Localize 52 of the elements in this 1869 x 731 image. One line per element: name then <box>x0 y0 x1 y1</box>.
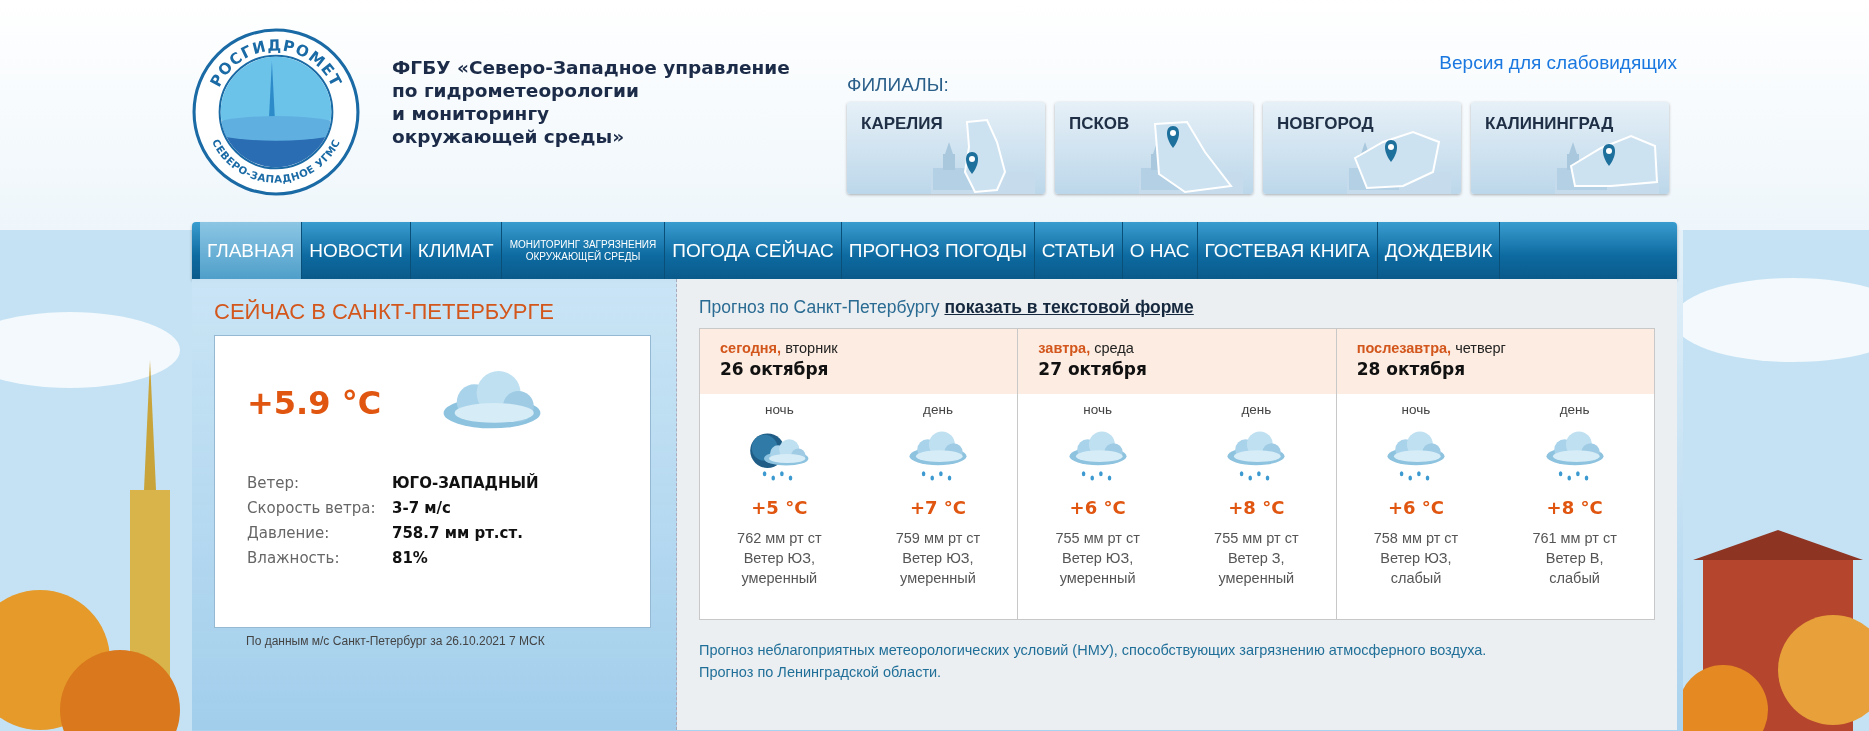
pressure-text: 758 мм рт ст <box>1373 529 1459 548</box>
parameter-label: Скорость ветра: <box>247 499 377 517</box>
pressure-text: 761 мм рт ст <box>1532 529 1617 548</box>
forecast-temperature: +5 °C <box>751 497 808 518</box>
wind-text: Ветер ЮЗ, слабый <box>1380 549 1452 588</box>
forecast-link[interactable]: Прогноз неблагоприятных метеорологических условий (НМУ), способствующих загрязнению атмосферного воздуха. <box>699 642 1487 658</box>
branch-card[interactable]: НОВГОРОД <box>1263 102 1461 194</box>
source-note: По данным м/с Санкт-Петербург за 26.10.2021 7 МСК <box>246 634 546 648</box>
parameter-label: Ветер: <box>247 474 301 492</box>
forecast-link[interactable]: Прогноз по Ленинградской области. <box>699 664 942 680</box>
parameter-value: ЮГО-ЗАПАДНЫЙ <box>392 474 540 492</box>
forecast-temperature: +7 °C <box>909 497 967 518</box>
period-label: ночь <box>1401 402 1431 417</box>
day-label: послезавтра, четверг <box>1356 340 1507 356</box>
accessibility-version-link[interactable]: Версия для слабовидящих <box>1439 52 1677 74</box>
day-label: сегодня, вторник <box>720 340 839 356</box>
wind-text: Ветер ЮЗ, умеренный <box>1059 549 1136 588</box>
branch-card[interactable]: КАРЕЛИЯ <box>847 102 1045 194</box>
parameter-label: Давление: <box>247 524 331 542</box>
forecast-temperature: +8 °C <box>1228 497 1285 518</box>
wind-text: Ветер ЮЗ, умеренный <box>741 549 818 588</box>
text-forecast-link[interactable]: показать в текстовой форме <box>944 297 1194 317</box>
wind-text: Ветер В, слабый <box>1545 549 1604 588</box>
organization-name: ФГБУ «Северо-Западное управление по гидрометеорологии и мониторингу окружающей среды» <box>392 56 791 149</box>
period-label: день <box>923 402 953 417</box>
period-label: день <box>1241 402 1272 417</box>
wind-text: Ветер ЮЗ, умеренный <box>900 549 976 588</box>
pressure-text: 755 мм рт ст <box>1214 529 1299 548</box>
branch-card[interactable]: КАЛИНИНГРАД <box>1471 102 1669 194</box>
parameter-value: 81% <box>392 549 429 567</box>
period-label: ночь <box>1083 402 1112 417</box>
day-label: завтра, среда <box>1038 340 1135 356</box>
parameter-value: 3-7 м/с <box>392 499 452 517</box>
period-label: ночь <box>764 402 794 417</box>
branches-label: ФИЛИАЛЫ: <box>847 74 950 96</box>
temperature: +5.9 °C <box>247 384 383 422</box>
day-date: 26 октября <box>720 359 830 379</box>
pressure-text: 755 мм рт ст <box>1055 529 1140 548</box>
forecast-temperature: +6 °C <box>1387 497 1445 518</box>
day-date: 27 октября <box>1038 359 1148 379</box>
current-weather-title: СЕЙЧАС В САНКТ-ПЕТЕРБУРГЕ <box>214 299 555 325</box>
parameter-value: 758.7 мм рт.ст. <box>392 524 524 542</box>
forecast-temperature: +6 °C <box>1069 497 1126 518</box>
day-date: 28 октября <box>1356 359 1467 379</box>
pressure-text: 762 мм рт ст <box>737 529 822 548</box>
parameter-label: Влажность: <box>247 549 341 567</box>
branch-card[interactable]: ПСКОВ <box>1055 102 1253 194</box>
forecast-heading: Прогноз по Санкт-Петербургу <box>699 297 940 317</box>
wind-text: Ветер З, умеренный <box>1218 549 1295 588</box>
period-label: день <box>1559 402 1590 417</box>
pressure-text: 759 мм рт ст <box>895 529 981 548</box>
forecast-temperature: +8 °C <box>1546 497 1603 518</box>
